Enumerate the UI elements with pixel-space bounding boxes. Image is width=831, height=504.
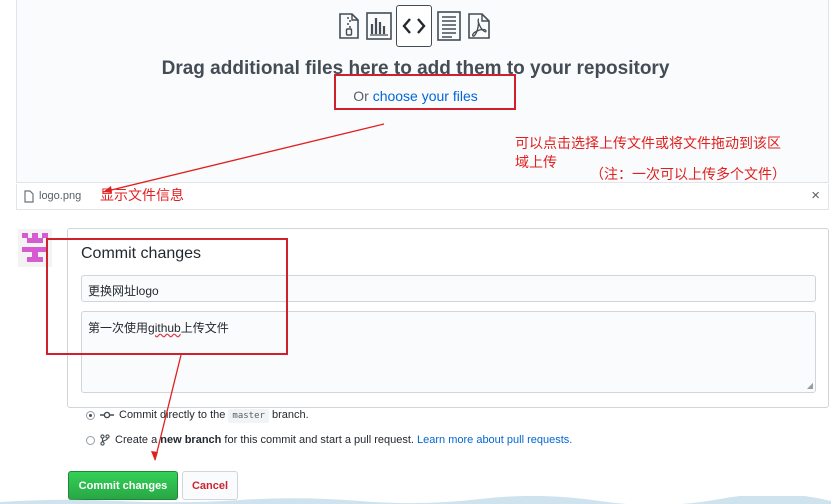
annotation-arrows xyxy=(102,123,385,461)
bottom-decoration xyxy=(0,496,831,504)
